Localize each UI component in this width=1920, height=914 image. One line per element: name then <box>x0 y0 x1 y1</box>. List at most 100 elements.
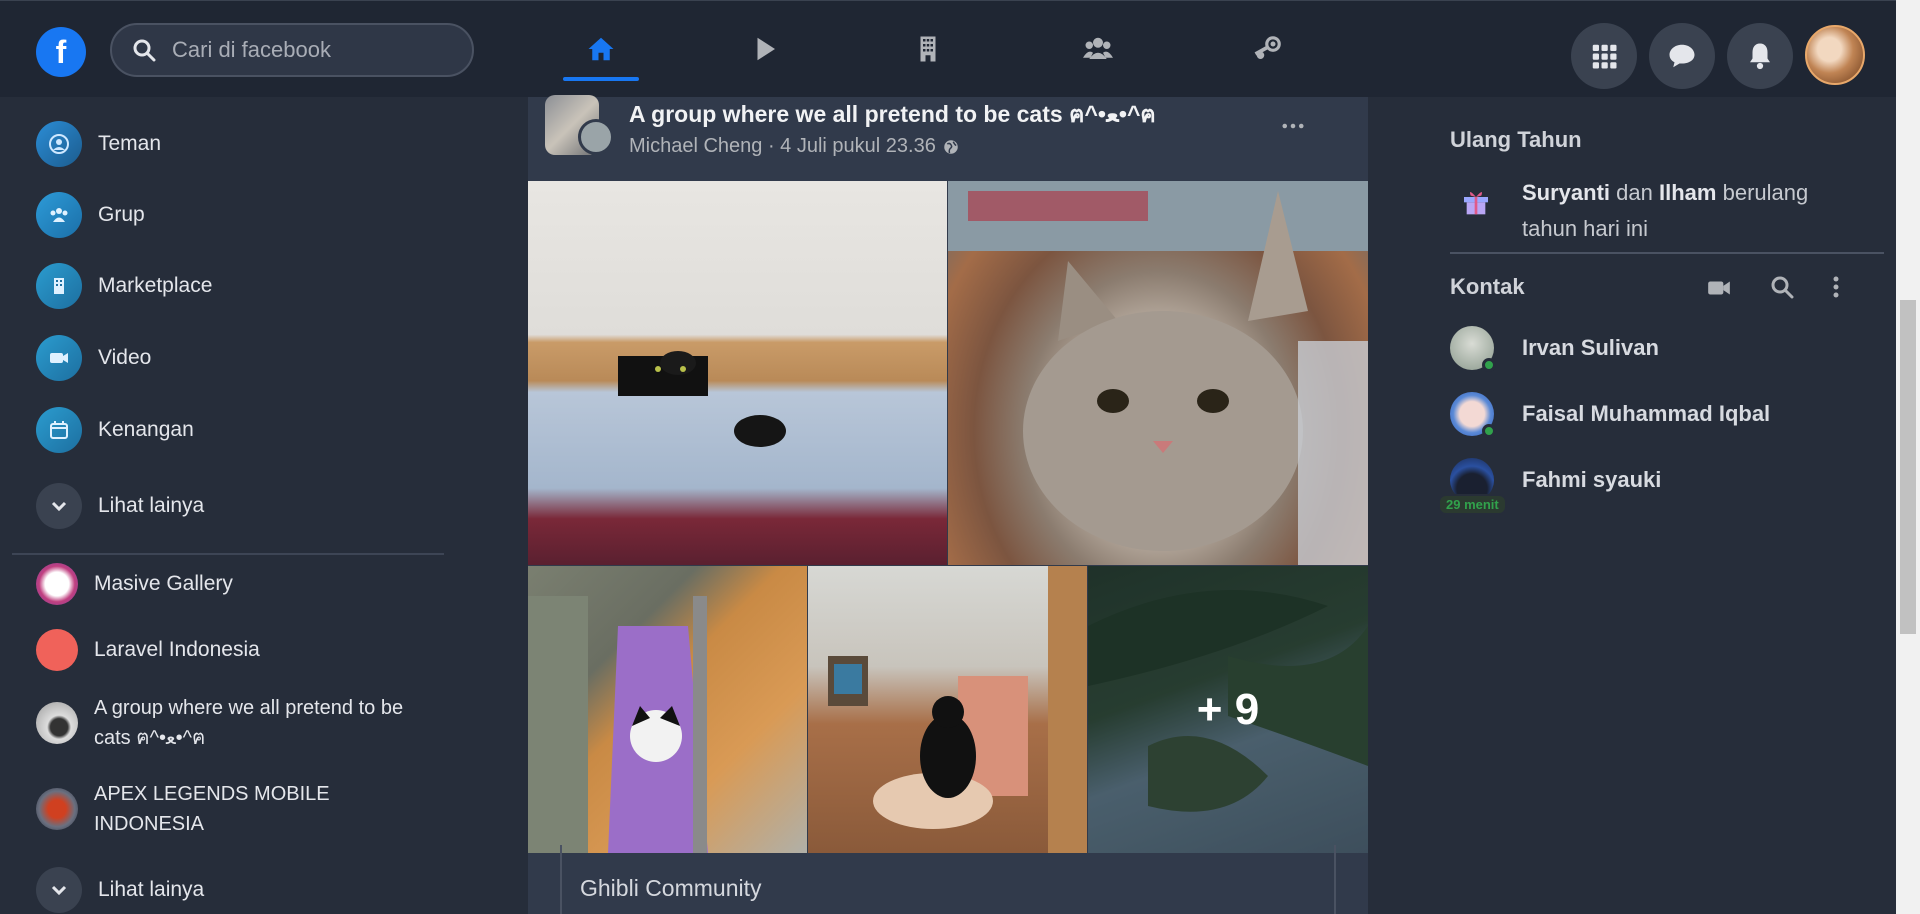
group-label: Masive Gallery <box>94 572 233 595</box>
groups-icon <box>36 192 82 238</box>
gift-icon <box>1464 191 1488 215</box>
contact-item[interactable]: Faisal Muhammad Iqbal <box>1450 392 1771 438</box>
see-more-label: Lihat lainya <box>98 494 205 517</box>
online-indicator <box>1482 424 1496 438</box>
groups-icon <box>1083 37 1113 59</box>
contact-avatar <box>1450 326 1496 372</box>
sidebar-item-label: Teman <box>98 132 162 155</box>
contacts-options-icon[interactable] <box>1832 275 1840 299</box>
friends-icon <box>36 121 82 167</box>
birthday-text: Suryanti dan Ilham berulang tahun hari i… <box>1522 175 1852 247</box>
contact-name: Fahmi syauki <box>1522 467 1662 492</box>
video-call-icon[interactable] <box>1706 275 1732 301</box>
contact-name: Irvan Sulivan <box>1522 335 1659 360</box>
sidebar-item-label: Kenangan <box>98 418 194 441</box>
notifications-button[interactable] <box>1727 23 1793 89</box>
group-avatar <box>36 563 78 605</box>
post-group-title[interactable]: A group where we all pretend to be cats … <box>629 97 1156 133</box>
group-item[interactable]: A group where we all pretend to be cats … <box>36 693 434 753</box>
marketplace-icon <box>36 263 82 309</box>
post-photo-2[interactable] <box>948 181 1368 565</box>
globe-icon <box>944 139 958 154</box>
contact-avatar <box>1450 392 1496 438</box>
memories-icon <box>36 407 82 453</box>
birthday-name-1[interactable]: Suryanti <box>1522 180 1610 205</box>
contact-item[interactable]: Irvan Sulivan <box>1450 326 1659 372</box>
chevron-down-icon <box>36 483 82 529</box>
sidebar-item-label: Marketplace <box>98 274 213 297</box>
group-item[interactable]: APEX LEGENDS MOBILE INDONESIA <box>36 779 434 839</box>
contact-item[interactable]: 29 menit Fahmi syauki <box>1438 458 1662 515</box>
post-author-time[interactable]: Michael Cheng · 4 Juli pukul 23.36 <box>629 135 936 158</box>
more-photos-overlay[interactable]: + 9 <box>1088 566 1368 853</box>
see-more-button[interactable]: Lihat lainya <box>36 483 204 529</box>
birthday-notice[interactable]: Suryanti dan Ilham berulang tahun hari i… <box>1450 175 1852 247</box>
nav-watch[interactable] <box>727 21 803 77</box>
messenger-button[interactable] <box>1649 23 1715 89</box>
profile-avatar[interactable] <box>1805 25 1865 85</box>
menu-button[interactable] <box>1571 23 1637 89</box>
sidebar-item-video[interactable]: Video <box>36 335 151 381</box>
nav-groups[interactable] <box>1060 21 1136 77</box>
nav-marketplace[interactable] <box>890 21 966 77</box>
post-photo-1[interactable] <box>528 181 947 565</box>
contact-name: Faisal Muhammad Iqbal <box>1522 401 1771 426</box>
sidebar-item-label: Video <box>98 346 152 369</box>
bell-icon <box>1750 43 1770 70</box>
post-photo-3[interactable] <box>528 566 807 853</box>
nav-gaming[interactable] <box>1230 21 1306 77</box>
chevron-down-icon <box>36 867 82 913</box>
sidebar-item-teman[interactable]: Teman <box>36 121 161 167</box>
sidebar-item-marketplace[interactable]: Marketplace <box>36 263 212 309</box>
building-icon <box>920 36 936 62</box>
group-avatar <box>36 788 78 830</box>
sidebar-item-label: Grup <box>98 203 145 226</box>
chat-bubble-icon <box>1669 44 1695 68</box>
post-meta: Michael Cheng · 4 Juli pukul 23.36 <box>629 135 960 158</box>
cat-room-photo <box>828 566 1087 853</box>
page-scrollbar[interactable] <box>1896 0 1920 914</box>
search-box[interactable] <box>110 23 474 77</box>
top-navigation-bar: f <box>0 0 1896 97</box>
nav-home[interactable] <box>563 21 639 81</box>
group-item[interactable]: Masive Gallery <box>36 563 233 605</box>
group-avatar <box>36 702 78 744</box>
search-icon <box>133 39 156 62</box>
cat-in-bag-photo <box>528 596 708 853</box>
group-avatar <box>36 629 78 671</box>
post-photo-5[interactable]: + 9 <box>1088 566 1368 853</box>
more-dots-icon <box>1282 123 1304 129</box>
facebook-logo[interactable]: f <box>36 27 86 77</box>
cat-peeking-photo <box>618 351 786 447</box>
kitten-photo <box>948 181 1368 565</box>
see-more-label: Lihat lainya <box>98 878 205 901</box>
more-options-button[interactable] <box>1268 111 1318 141</box>
video-icon <box>36 335 82 381</box>
play-icon <box>757 37 775 61</box>
gaming-icon <box>1254 36 1281 59</box>
group-label: A group where we all pretend to be cats … <box>94 697 404 749</box>
online-indicator <box>1482 358 1496 372</box>
search-input[interactable] <box>172 37 452 63</box>
right-divider <box>1450 252 1884 254</box>
last-active-badge: 29 menit <box>1438 494 1507 515</box>
post-photo-4[interactable] <box>808 566 1087 853</box>
sidebar-item-grup[interactable]: Grup <box>36 192 145 238</box>
birthday-name-2[interactable]: Ilham <box>1659 180 1716 205</box>
sidebar-item-kenangan[interactable]: Kenangan <box>36 407 194 453</box>
group-item[interactable]: Laravel Indonesia <box>36 629 260 671</box>
sidebar-divider <box>12 553 444 555</box>
author-avatar[interactable] <box>578 119 614 155</box>
home-icon <box>588 37 614 61</box>
post-header: A group where we all pretend to be cats … <box>528 95 1368 181</box>
birthday-conj: dan <box>1616 180 1653 205</box>
shared-post-preview[interactable]: Ghibli Community <box>560 845 1336 914</box>
grid-menu-icon <box>1592 44 1617 69</box>
group-label: Laravel Indonesia <box>94 638 260 661</box>
search-contacts-icon[interactable] <box>1770 275 1794 299</box>
contacts-heading: Kontak <box>1450 274 1525 299</box>
birthday-heading: Ulang Tahun <box>1450 127 1582 152</box>
see-more-groups-button[interactable]: Lihat lainya <box>36 867 204 913</box>
shared-group-name[interactable]: Ghibli Community <box>580 875 762 902</box>
scrollbar-thumb[interactable] <box>1900 300 1916 634</box>
